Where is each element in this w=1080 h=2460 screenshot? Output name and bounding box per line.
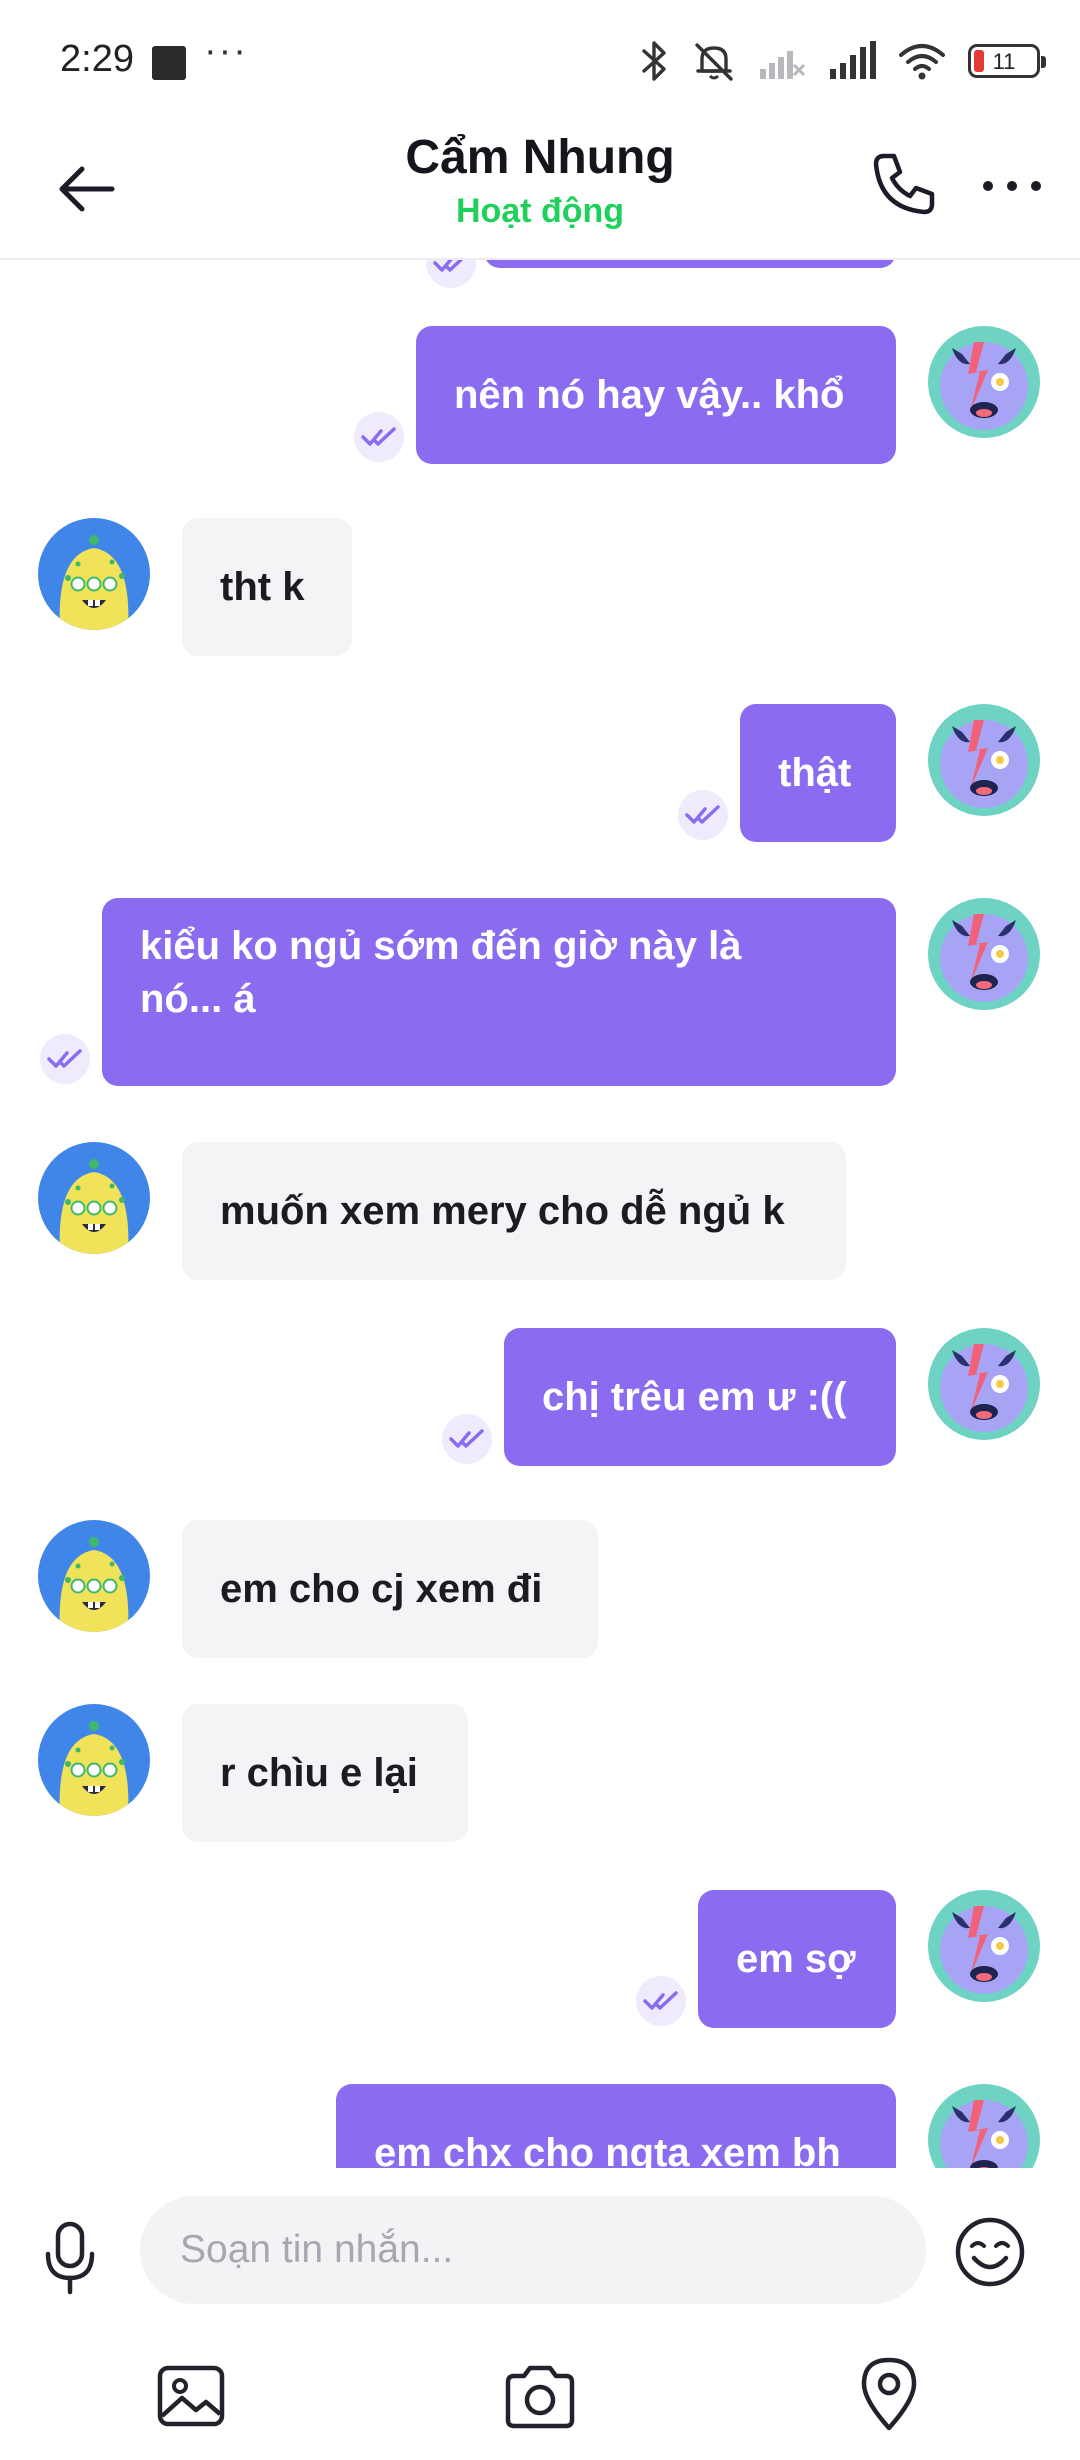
contact-avatar[interactable] xyxy=(38,1520,150,1632)
message-text: chị trêu em ư :(( xyxy=(542,1374,847,1419)
battery-icon: 11 xyxy=(968,44,1046,78)
message-input[interactable] xyxy=(140,2196,926,2304)
message-bubble-outgoing[interactable]: chị trêu em ư :(( xyxy=(504,1328,896,1466)
status-icons: 11 xyxy=(640,36,1046,86)
message-bubble-outgoing[interactable]: em sợ xyxy=(698,1890,896,2028)
my-avatar[interactable] xyxy=(928,898,1040,1010)
message-bubble-outgoing[interactable]: kiểu ko ngủ sớm đến giờ này là nó... á xyxy=(102,898,896,1086)
voice-message-button[interactable] xyxy=(36,2218,104,2298)
read-receipt-icon xyxy=(636,1976,686,2026)
signal-1-icon xyxy=(760,51,806,79)
read-receipt-icon xyxy=(442,1414,492,1464)
message-text: muốn xem mery cho dễ ngủ k xyxy=(220,1188,785,1233)
notification-square-icon xyxy=(152,46,186,80)
contact-avatar[interactable] xyxy=(38,1142,150,1254)
wifi-icon xyxy=(899,44,945,80)
message-text: tht k xyxy=(220,564,305,609)
signal-2-icon xyxy=(830,41,876,79)
my-avatar[interactable] xyxy=(928,704,1040,816)
message-text: r chìu e lại xyxy=(220,1750,418,1795)
message-text: em cho cj xem đi xyxy=(220,1566,543,1611)
status-bar: 2:29 ··· 11 xyxy=(0,0,1080,120)
read-receipt-icon xyxy=(40,1034,90,1084)
bluetooth-icon xyxy=(642,41,666,81)
my-avatar[interactable] xyxy=(928,1890,1040,2002)
camera-button[interactable] xyxy=(502,2364,578,2430)
battery-level: 11 xyxy=(992,49,1016,74)
phone-call-icon xyxy=(873,153,935,215)
message-bubble-outgoing[interactable]: thật xyxy=(740,704,896,842)
message-bubble-incoming[interactable]: em cho cj xem đi xyxy=(182,1520,598,1658)
my-avatar[interactable] xyxy=(928,326,1040,438)
my-avatar[interactable] xyxy=(928,1328,1040,1440)
read-receipt-icon xyxy=(354,412,404,462)
more-button[interactable] xyxy=(980,166,1044,206)
location-pin-icon xyxy=(861,2357,917,2431)
more-options-icon xyxy=(983,181,1041,191)
message-text: em chx cho ngta xem bh xyxy=(374,2130,841,2169)
message-bubble-incoming[interactable]: r chìu e lại xyxy=(182,1704,468,1842)
message-text-line: nó... á xyxy=(140,977,256,1021)
microphone-icon xyxy=(45,2221,95,2295)
send-image-button[interactable] xyxy=(156,2364,226,2428)
message-text: thật xyxy=(778,750,852,795)
camera-icon xyxy=(505,2365,575,2429)
share-location-button[interactable] xyxy=(858,2356,920,2432)
image-icon xyxy=(157,2365,225,2427)
composer xyxy=(0,2168,1080,2460)
more-notifications-icon: ··· xyxy=(204,30,248,72)
message-text: em sợ xyxy=(736,1936,856,1981)
message-bubble-incoming[interactable]: muốn xem mery cho dễ ngủ k xyxy=(182,1142,846,1280)
message-bubble-outgoing[interactable]: em chx cho ngta xem bh xyxy=(336,2084,896,2168)
read-receipt-icon xyxy=(678,790,728,840)
emoji-button[interactable] xyxy=(952,2214,1028,2290)
message-list[interactable]: nên nó hay vậy.. khổ tht k thật kiểu ko … xyxy=(0,258,1080,2168)
message-text-line: kiểu ko ngủ sớm đến giờ này là xyxy=(140,924,742,968)
call-button[interactable] xyxy=(868,148,940,220)
message-text: nên nó hay vậy.. khổ xyxy=(454,372,845,417)
emoji-icon xyxy=(955,2217,1025,2287)
my-avatar[interactable] xyxy=(928,2084,1040,2168)
message-bubble-outgoing[interactable]: nên nó hay vậy.. khổ xyxy=(416,326,896,464)
chat-header: Cẩm Nhung Hoạt động xyxy=(0,120,1080,260)
message-bubble-incoming[interactable]: tht k xyxy=(182,518,352,656)
contact-avatar[interactable] xyxy=(38,1704,150,1816)
status-time: 2:29 xyxy=(60,38,134,80)
mute-icon xyxy=(695,43,733,81)
read-receipt-icon xyxy=(426,258,476,288)
contact-avatar[interactable] xyxy=(38,518,150,630)
